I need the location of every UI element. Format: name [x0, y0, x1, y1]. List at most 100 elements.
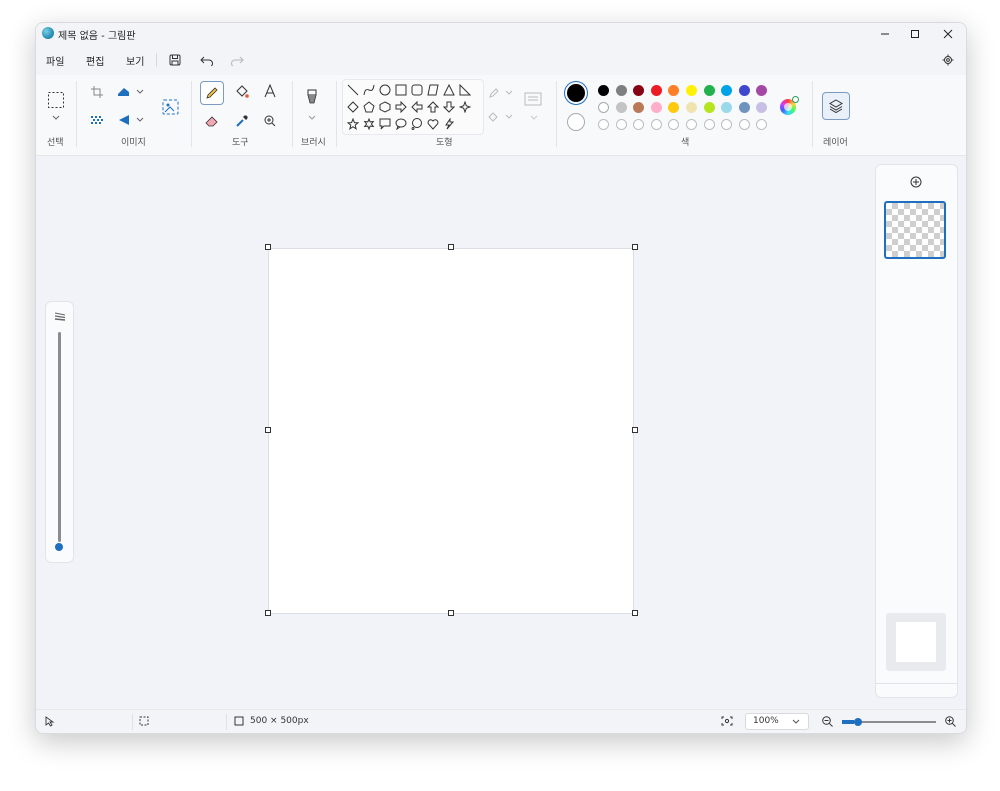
- custom-color-slot[interactable]: [615, 119, 627, 130]
- select-button[interactable]: [44, 89, 68, 111]
- color-swatch[interactable]: [598, 85, 609, 96]
- rotate-button[interactable]: [116, 111, 146, 129]
- menu-view[interactable]: 보기: [126, 53, 144, 68]
- color-swatch[interactable]: [615, 85, 627, 96]
- curve-shape-button[interactable]: [362, 83, 376, 97]
- crop-button[interactable]: [88, 83, 106, 101]
- left-arrow-shape-button[interactable]: [410, 100, 424, 114]
- fill-tool-button[interactable]: [232, 82, 252, 102]
- shape-style-dropdown[interactable]: [528, 113, 540, 123]
- text-tool-button[interactable]: [260, 81, 280, 101]
- custom-color-slot[interactable]: [650, 119, 662, 130]
- pencil-tool-button[interactable]: [200, 81, 224, 105]
- triangle-shape-button[interactable]: [442, 83, 456, 97]
- color-swatch[interactable]: [738, 85, 750, 96]
- menu-file[interactable]: 파일: [46, 53, 64, 68]
- color-swatch[interactable]: [721, 85, 733, 96]
- diamond-shape-button[interactable]: [346, 100, 360, 114]
- layers-button[interactable]: [822, 92, 850, 120]
- brush-size-thumb[interactable]: [55, 543, 63, 551]
- color-swatch[interactable]: [633, 102, 645, 113]
- resize-handle-bottom[interactable]: [448, 610, 454, 616]
- color-swatch[interactable]: [615, 102, 627, 113]
- up-arrow-shape-button[interactable]: [426, 100, 440, 114]
- primary-color-button[interactable]: [564, 81, 588, 105]
- zoom-slider-thumb[interactable]: [854, 718, 862, 726]
- brush-size-track[interactable]: [58, 332, 61, 542]
- custom-color-slot[interactable]: [686, 119, 697, 130]
- color-swatch[interactable]: [650, 102, 662, 113]
- close-button[interactable]: [933, 25, 963, 43]
- rounded-rectangle-shape-button[interactable]: [410, 83, 424, 97]
- maximize-button[interactable]: [900, 25, 930, 43]
- line-shape-button[interactable]: [346, 83, 360, 97]
- fit-to-window-button[interactable]: [721, 716, 733, 726]
- color-swatch[interactable]: [703, 85, 715, 96]
- rectangle-shape-button[interactable]: [394, 83, 408, 97]
- outline-button[interactable]: [488, 85, 516, 101]
- custom-color-slot[interactable]: [668, 119, 680, 130]
- color-swatch[interactable]: [650, 85, 662, 96]
- color-swatch[interactable]: [756, 102, 768, 113]
- polygon-shape-button[interactable]: [426, 83, 440, 97]
- resize-handle-left[interactable]: [265, 427, 271, 433]
- shape-style-button[interactable]: [522, 89, 544, 109]
- remove-background-button[interactable]: [88, 111, 106, 129]
- redo-button[interactable]: [228, 51, 246, 69]
- minimize-button[interactable]: [870, 25, 900, 43]
- settings-button[interactable]: [939, 51, 957, 69]
- add-layer-button[interactable]: [907, 173, 925, 191]
- custom-color-slot[interactable]: [703, 119, 715, 130]
- color-swatch[interactable]: [633, 85, 645, 96]
- color-swatch[interactable]: [686, 102, 697, 113]
- custom-color-slot[interactable]: [633, 119, 645, 130]
- color-picker-tool-button[interactable]: [232, 111, 252, 131]
- heart-shape-button[interactable]: [426, 117, 440, 131]
- resize-handle-top[interactable]: [448, 244, 454, 250]
- eraser-tool-button[interactable]: [202, 111, 222, 131]
- resize-handle-right[interactable]: [632, 427, 638, 433]
- fill-button[interactable]: [488, 109, 516, 125]
- brush-dropdown-button[interactable]: [306, 113, 318, 123]
- resize-handle-top-right[interactable]: [632, 244, 638, 250]
- color-swatch[interactable]: [686, 85, 697, 96]
- color-swatch[interactable]: [598, 102, 609, 113]
- save-button[interactable]: [166, 51, 184, 69]
- color-swatch[interactable]: [721, 102, 733, 113]
- cloud-callout-shape-button[interactable]: [410, 117, 424, 131]
- zoom-out-button[interactable]: [822, 716, 833, 727]
- resize-button[interactable]: [116, 83, 146, 101]
- resize-handle-bottom-right[interactable]: [632, 610, 638, 616]
- color-swatch[interactable]: [738, 102, 750, 113]
- undo-button[interactable]: [198, 51, 216, 69]
- oval-callout-shape-button[interactable]: [394, 117, 408, 131]
- six-point-star-shape-button[interactable]: [362, 117, 376, 131]
- color-swatch[interactable]: [756, 85, 768, 96]
- drawing-canvas[interactable]: [268, 248, 634, 614]
- right-arrow-shape-button[interactable]: [394, 100, 408, 114]
- right-triangle-shape-button[interactable]: [458, 83, 472, 97]
- custom-color-slot[interactable]: [721, 119, 733, 130]
- image-creator-button[interactable]: [159, 95, 183, 119]
- color-swatch[interactable]: [668, 102, 680, 113]
- resize-handle-top-left[interactable]: [265, 244, 271, 250]
- resize-handle-bottom-left[interactable]: [265, 610, 271, 616]
- color-swatch[interactable]: [668, 85, 680, 96]
- brush-button[interactable]: [302, 87, 322, 109]
- edit-colors-button[interactable]: [778, 96, 799, 117]
- star-shape-button[interactable]: [346, 117, 360, 131]
- lightning-shape-button[interactable]: [442, 117, 456, 131]
- hexagon-shape-button[interactable]: [378, 100, 392, 114]
- pentagon-shape-button[interactable]: [362, 100, 376, 114]
- zoom-in-button[interactable]: [945, 716, 956, 727]
- custom-color-slot[interactable]: [598, 119, 609, 130]
- rect-callout-shape-button[interactable]: [378, 117, 392, 131]
- oval-shape-button[interactable]: [378, 83, 392, 97]
- down-arrow-shape-button[interactable]: [442, 100, 456, 114]
- magnifier-tool-button[interactable]: [260, 111, 280, 131]
- background-layer[interactable]: [886, 613, 946, 671]
- four-point-star-shape-button[interactable]: [458, 100, 472, 114]
- secondary-color-button[interactable]: [567, 113, 585, 131]
- select-dropdown-button[interactable]: [50, 113, 62, 123]
- menu-edit[interactable]: 편집: [86, 53, 104, 68]
